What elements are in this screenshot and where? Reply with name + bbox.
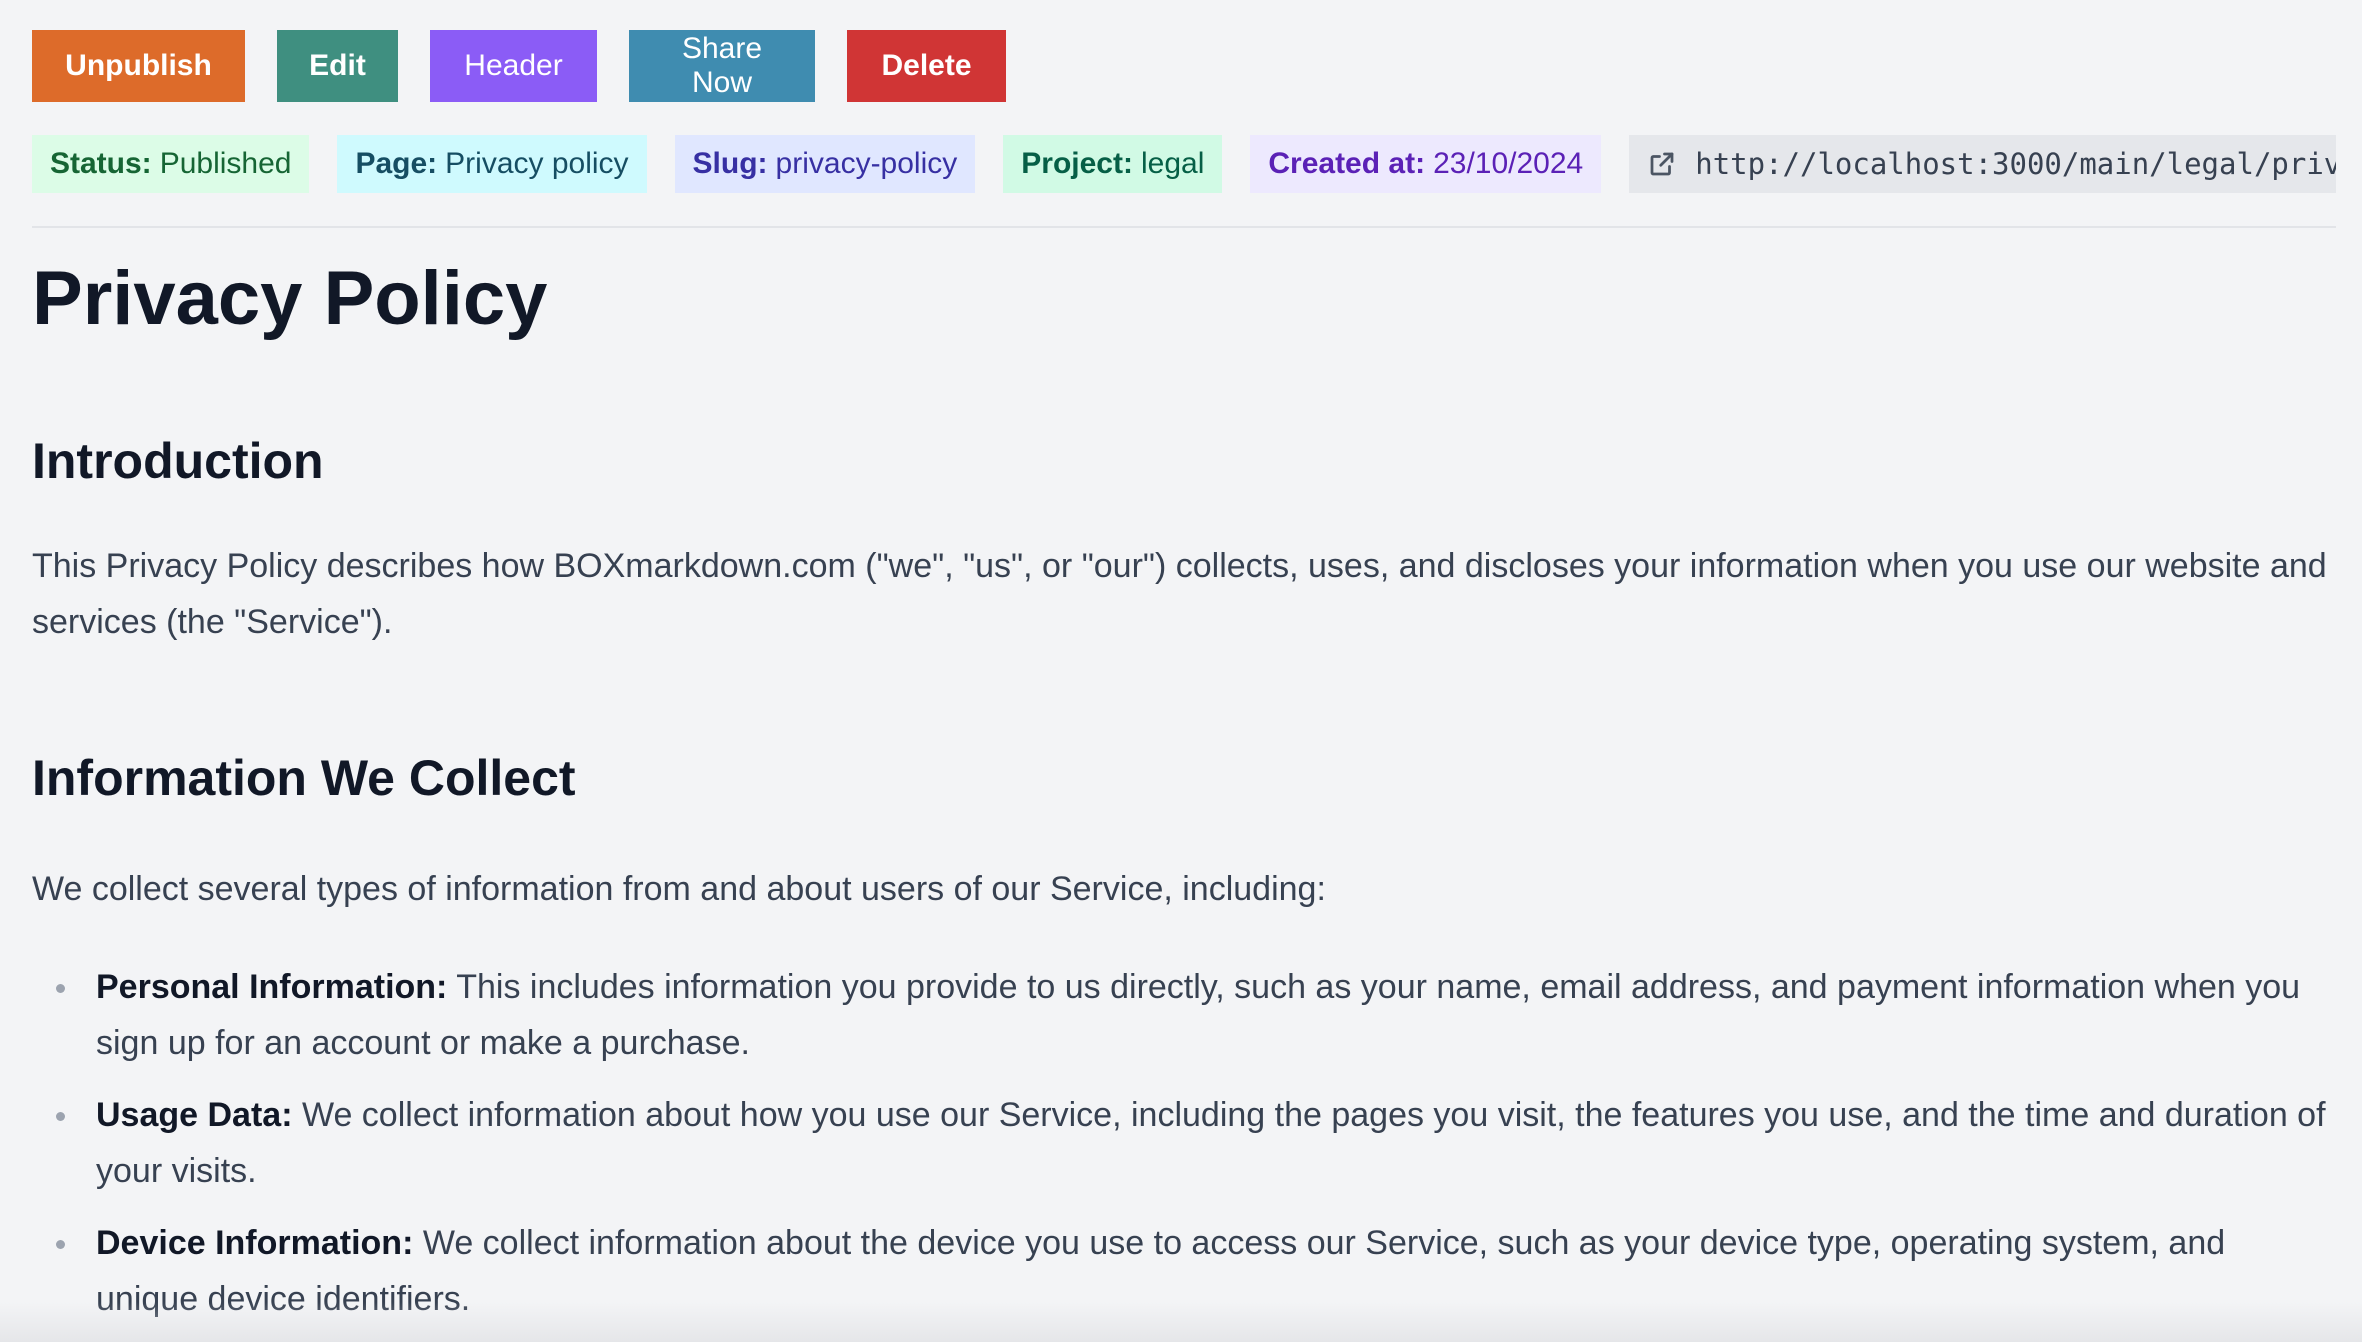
bottom-fade	[0, 1302, 2362, 1342]
slug-value: privacy-policy	[775, 147, 958, 180]
created-at-label: Created at:	[1268, 147, 1426, 180]
list-item-term: Device Information:	[96, 1223, 414, 1262]
list-item: Usage Data: We collect information about…	[32, 1087, 2336, 1199]
public-url-text: http://localhost:3000/main/legal/privacy…	[1695, 147, 2336, 181]
project-value: legal	[1140, 147, 1205, 180]
status-label: Status:	[50, 147, 152, 180]
slug-badge: Slug: privacy-policy	[674, 135, 976, 193]
introduction-heading: Introduction	[32, 432, 324, 489]
page: Unpublish Edit Header Share Now Delete S…	[0, 0, 2362, 1342]
project-badge: Project: legal	[1003, 135, 1223, 193]
status-badge: Status: Published	[32, 135, 310, 193]
delete-button[interactable]: Delete	[847, 30, 1006, 102]
information-list: Personal Information: This includes info…	[32, 959, 2336, 1327]
divider	[32, 226, 2336, 228]
page-value: Privacy policy	[445, 147, 629, 180]
information-we-collect-paragraph: We collect several types of information …	[32, 869, 1326, 908]
page-label: Page:	[355, 147, 438, 180]
introduction-paragraph: This Privacy Policy describes how BOXmar…	[32, 546, 2327, 641]
list-item: Personal Information: This includes info…	[32, 959, 2336, 1071]
external-link-icon	[1650, 152, 1674, 176]
public-url-link[interactable]: http://localhost:3000/main/legal/privacy…	[1629, 135, 2336, 193]
information-we-collect-heading: Information We Collect	[32, 749, 576, 806]
unpublish-button[interactable]: Unpublish	[32, 30, 245, 102]
page-title: Privacy Policy	[32, 256, 548, 341]
meta-badges: Status: Published Page: Privacy policy S…	[32, 135, 2336, 193]
list-item-term: Personal Information:	[96, 967, 448, 1006]
list-item-text: We collect information about how you use…	[96, 1095, 2326, 1190]
edit-button[interactable]: Edit	[277, 30, 398, 102]
created-at-badge: Created at: 23/10/2024	[1250, 135, 1602, 193]
slug-label: Slug:	[692, 147, 768, 180]
action-toolbar: Unpublish Edit Header Share Now Delete	[32, 30, 1006, 102]
header-button[interactable]: Header	[430, 30, 597, 102]
status-value: Published	[159, 147, 292, 180]
share-now-button[interactable]: Share Now	[629, 30, 815, 102]
list-item-term: Usage Data:	[96, 1095, 293, 1134]
created-at-value: 23/10/2024	[1433, 147, 1584, 180]
document-content: Privacy Policy Introduction This Privacy…	[32, 250, 2336, 1342]
page-badge: Page: Privacy policy	[337, 135, 647, 193]
project-label: Project:	[1021, 147, 1133, 180]
